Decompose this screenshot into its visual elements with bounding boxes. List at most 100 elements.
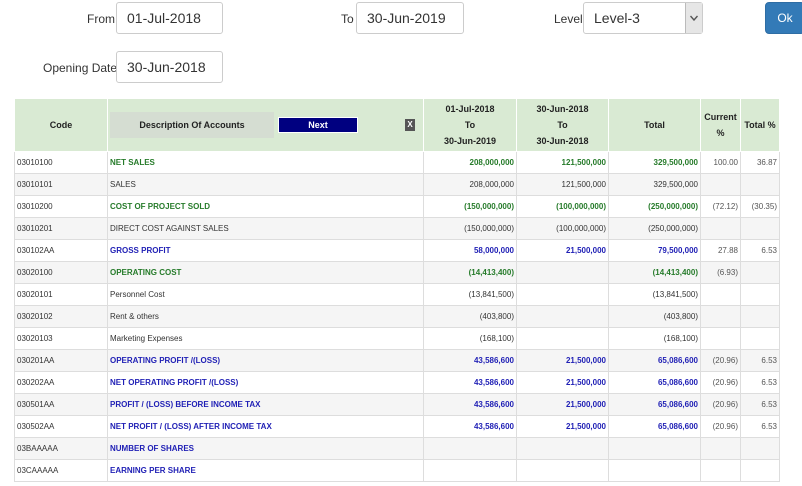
level-label: Level: [554, 12, 583, 26]
total-header: Total: [608, 98, 701, 152]
table-row: 030202AA NET OPERATING PROFIT /(LOSS) 43…: [14, 371, 780, 394]
row-total: (14,413,400): [608, 261, 701, 284]
code-header: Code: [14, 98, 108, 152]
row-description: Personnel Cost: [107, 283, 424, 306]
table-row: 030501AA PROFIT / (LOSS) BEFORE INCOME T…: [14, 393, 780, 416]
row-total-pct: 6.53: [740, 371, 780, 394]
table-header-row: Code Description Of Accounts Next X 01-J…: [14, 98, 780, 152]
row-period2: 21,500,000: [516, 393, 609, 416]
row-period2: (100,000,000): [516, 217, 609, 240]
row-period1: [423, 459, 517, 482]
row-total: [608, 437, 701, 460]
chevron-down-icon[interactable]: [685, 3, 702, 33]
row-total: 329,500,000: [608, 151, 701, 174]
row-period2: 21,500,000: [516, 239, 609, 262]
row-current-pct: (72.12): [700, 195, 741, 218]
row-total: [608, 459, 701, 482]
row-total-pct: 6.53: [740, 239, 780, 262]
row-period1: 43,586,600: [423, 349, 517, 372]
row-total: 329,500,000: [608, 173, 701, 196]
row-total: (403,800): [608, 305, 701, 328]
row-total: (168,100): [608, 327, 701, 350]
row-current-pct: [700, 437, 741, 460]
row-current-pct: [700, 283, 741, 306]
row-description: NET PROFIT / (LOSS) AFTER INCOME TAX: [107, 415, 424, 438]
profit-loss-table: Code Description Of Accounts Next X 01-J…: [14, 98, 780, 482]
total-pct-header: Total %: [740, 98, 780, 152]
row-description: OPERATING COST: [107, 261, 424, 284]
row-period1: 43,586,600: [423, 393, 517, 416]
to-date-input[interactable]: 30-Jun-2019: [356, 2, 464, 34]
row-period1: 43,586,600: [423, 415, 517, 438]
row-description: NET OPERATING PROFIT /(LOSS): [107, 371, 424, 394]
row-period2: 21,500,000: [516, 371, 609, 394]
period2-header: 30-Jun-2018 To 30-Jun-2018: [516, 98, 609, 152]
row-description: OPERATING PROFIT /(LOSS): [107, 349, 424, 372]
row-total-pct: [740, 217, 780, 240]
row-description: NET SALES: [107, 151, 424, 174]
table-row: 03020101 Personnel Cost (13,841,500) (13…: [14, 283, 780, 306]
row-current-pct: (6.93): [700, 261, 741, 284]
row-description: COST OF PROJECT SOLD: [107, 195, 424, 218]
table-row: 030102AA GROSS PROFIT 58,000,000 21,500,…: [14, 239, 780, 262]
row-code: 03010100: [14, 151, 108, 174]
from-date-input[interactable]: 01-Jul-2018: [116, 2, 223, 34]
row-period1: 58,000,000: [423, 239, 517, 262]
current-pct-header-line2: %: [716, 128, 725, 138]
row-description: Marketing Expenses: [107, 327, 424, 350]
row-description: SALES: [107, 173, 424, 196]
row-code: 03020100: [14, 261, 108, 284]
opening-date-input[interactable]: 30-Jun-2018: [116, 51, 223, 83]
description-header: Description Of Accounts: [110, 112, 274, 138]
row-description: DIRECT COST AGAINST SALES: [107, 217, 424, 240]
row-total-pct: [740, 459, 780, 482]
row-period2: [516, 437, 609, 460]
row-total-pct: [740, 173, 780, 196]
row-period2: 21,500,000: [516, 415, 609, 438]
level-select-value: Level-3: [594, 10, 640, 26]
row-current-pct: (20.96): [700, 415, 741, 438]
row-code: 030201AA: [14, 349, 108, 372]
row-total: 65,086,600: [608, 349, 701, 372]
table-row: 03BAAAAA NUMBER OF SHARES: [14, 437, 780, 460]
row-current-pct: (20.96): [700, 371, 741, 394]
row-description: PROFIT / (LOSS) BEFORE INCOME TAX: [107, 393, 424, 416]
row-code: 03BAAAAA: [14, 437, 108, 460]
row-total: (250,000,000): [608, 217, 701, 240]
row-period2: 21,500,000: [516, 349, 609, 372]
row-description: GROSS PROFIT: [107, 239, 424, 262]
row-code: 03020103: [14, 327, 108, 350]
level-select[interactable]: Level-3: [583, 2, 703, 34]
row-code: 03020102: [14, 305, 108, 328]
opening-date-label: Opening Date: [43, 61, 118, 75]
row-description: EARNING PER SHARE: [107, 459, 424, 482]
row-total: 65,086,600: [608, 393, 701, 416]
next-button[interactable]: Next: [278, 117, 358, 133]
period2-header-end: 30-Jun-2018: [536, 136, 589, 146]
current-pct-header-line1: Current: [704, 112, 737, 122]
table-row: 03010200 COST OF PROJECT SOLD (150,000,0…: [14, 195, 780, 218]
row-total-pct: 36.87: [740, 151, 780, 174]
row-current-pct: [700, 327, 741, 350]
row-current-pct: (20.96): [700, 349, 741, 372]
period1-header-to: To: [464, 120, 476, 130]
row-period2: (100,000,000): [516, 195, 609, 218]
row-code: 030202AA: [14, 371, 108, 394]
row-code: 03CAAAAA: [14, 459, 108, 482]
row-total-pct: 6.53: [740, 393, 780, 416]
row-total-pct: (30.35): [740, 195, 780, 218]
table-row: 03020102 Rent & others (403,800) (403,80…: [14, 305, 780, 328]
row-period1: (14,413,400): [423, 261, 517, 284]
row-current-pct: [700, 173, 741, 196]
row-code: 03020101: [14, 283, 108, 306]
ok-button[interactable]: Ok: [765, 2, 802, 34]
table-row: 030502AA NET PROFIT / (LOSS) AFTER INCOM…: [14, 415, 780, 438]
excel-export-icon[interactable]: X: [405, 119, 415, 131]
period2-header-from: 30-Jun-2018: [536, 104, 589, 114]
row-code: 03010201: [14, 217, 108, 240]
row-total: (13,841,500): [608, 283, 701, 306]
row-total-pct: 6.53: [740, 349, 780, 372]
row-total-pct: [740, 261, 780, 284]
row-total: 65,086,600: [608, 371, 701, 394]
row-total: (250,000,000): [608, 195, 701, 218]
